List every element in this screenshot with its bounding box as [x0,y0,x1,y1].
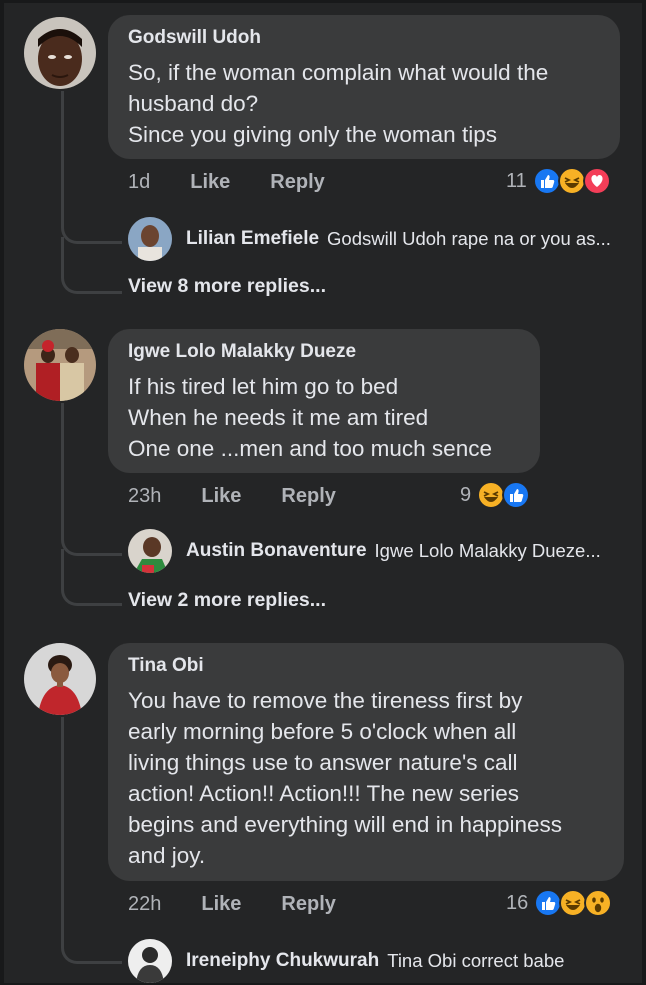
comment-author[interactable]: Igwe Lolo Malakky Dueze [128,341,522,363]
comment-text-line: One one ...men and too much sence [128,436,492,461]
avatar[interactable] [128,217,172,261]
comment-actions: 1d Like Reply [128,171,365,194]
comment-text-line: action! Action!! Action!!! The new serie… [128,781,520,806]
thread-line [61,717,64,937]
comment-text-line: You have to remove the tireness first by [128,688,523,713]
thread-line [61,237,64,267]
reply-text: Tina Obi correct babe [387,950,565,971]
reaction-count: 9 [460,483,472,506]
avatar[interactable] [24,17,96,89]
reply-button[interactable]: Reply [281,485,335,508]
haha-icon [477,481,506,509]
reaction-summary[interactable]: 11 [506,167,611,195]
thread-line [61,265,122,294]
thread-line [61,403,64,527]
comment-actions: 22h Like Reply [128,893,376,916]
thread-line [61,215,122,244]
view-more-replies-link[interactable]: View 2 more replies... [128,589,326,612]
reaction-count: 16 [506,891,529,914]
comment-timestamp[interactable]: 23h [128,485,161,508]
comment-bubble: Igwe Lolo Malakky Dueze If his tired let… [108,329,540,473]
thread-line [61,91,64,215]
like-button[interactable]: Like [190,171,230,194]
reaction-summary[interactable]: 9 [460,481,531,509]
comment-text-line: If his tired let him go to bed [128,374,399,399]
thread-line [61,577,122,606]
reply-author[interactable]: Austin Bonaventure [186,540,367,562]
reply-preview[interactable]: Austin Bonaventure Igwe Lolo Malakky Due… [128,529,601,573]
like-icon [534,889,563,917]
comment-timestamp[interactable]: 22h [128,893,161,916]
avatar[interactable] [128,529,172,573]
comment-text-line: So, if the woman complain what would the [128,60,549,85]
comment-text-line: and joy. [128,843,206,868]
reply-preview[interactable]: Ireneiphy Chukwurah Tina Obi correct bab… [128,939,564,983]
comment-text-line: When he needs it me am tired [128,405,429,430]
reply-author[interactable]: Ireneiphy Chukwurah [186,950,379,972]
comment-bubble: Tina Obi You have to remove the tireness… [108,643,624,881]
comment-actions: 23h Like Reply [128,485,376,508]
reply-button[interactable]: Reply [270,171,324,194]
reply-author[interactable]: Lilian Emefiele [186,228,319,250]
comment-text-line: early morning before 5 o'clock when all [128,719,517,744]
haha-icon [559,889,588,917]
comment-text-line: living things use to answer nature's cal… [128,750,518,775]
thread-line [61,549,64,579]
avatar[interactable] [24,329,96,401]
view-more-replies-link[interactable]: View 8 more replies... [128,275,326,298]
wow-icon [584,889,613,917]
reply-text: Igwe Lolo Malakky Dueze... [374,540,601,561]
love-icon [582,167,611,195]
comment-text-line: husband do? [128,91,259,116]
reply-text: Godswill Udoh rape na or you as... [327,228,611,249]
like-button[interactable]: Like [201,485,241,508]
comment-text-line: Since you giving only the woman tips [128,122,497,147]
like-button[interactable]: Like [201,893,241,916]
haha-icon [557,167,586,195]
comment-text-line: begins and everything will end in happin… [128,812,563,837]
reply-button[interactable]: Reply [281,893,335,916]
reply-preview[interactable]: Lilian Emefiele Godswill Udoh rape na or… [128,217,611,261]
thread-line [61,527,122,556]
avatar[interactable] [24,643,96,715]
comment-author[interactable]: Godswill Udoh [128,27,602,49]
thread-line [61,935,122,964]
like-icon [502,481,531,509]
comment-bubble: Godswill Udoh So, if the woman complain … [108,15,620,159]
avatar[interactable] [128,939,172,983]
comment-timestamp[interactable]: 1d [128,171,150,194]
comment-author[interactable]: Tina Obi [128,655,606,677]
reaction-summary[interactable]: 16 [506,889,613,917]
like-icon [532,167,561,195]
reaction-count: 11 [506,169,527,192]
comments-panel: Godswill Udoh So, if the woman complain … [4,3,642,983]
